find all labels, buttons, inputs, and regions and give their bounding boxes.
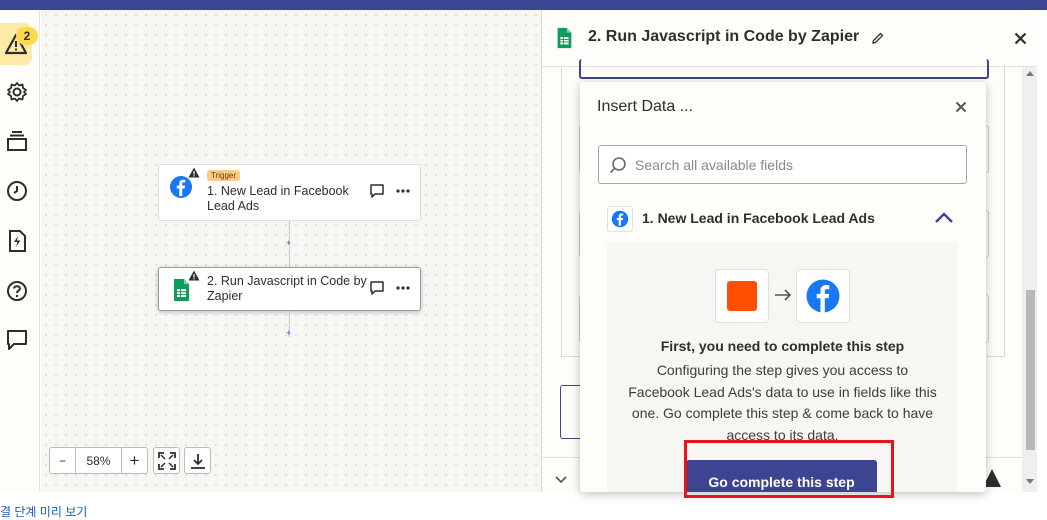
close-icon[interactable] — [1014, 32, 1027, 45]
zoom-out-button[interactable]: − — [50, 448, 75, 473]
expand-icon — [157, 451, 176, 470]
scrollbar-thumb[interactable] — [1026, 290, 1035, 450]
top-banner — [0, 0, 1047, 10]
trigger-badge: Trigger — [207, 170, 241, 181]
step-section-header[interactable]: 1. New Lead in Facebook Lead Ads — [607, 206, 959, 232]
rail-versions-button[interactable] — [0, 124, 34, 158]
scroll-up-icon[interactable] — [1026, 70, 1034, 76]
comment-icon — [7, 330, 27, 350]
zap-file-icon — [9, 230, 26, 252]
fit-to-view-button[interactable] — [153, 447, 180, 474]
facebook-icon — [611, 210, 629, 228]
preview-link[interactable]: 결 단계 미리 보기 — [0, 503, 87, 520]
rail-settings-button[interactable] — [0, 75, 34, 109]
popover-title: Insert Data ... — [597, 98, 694, 115]
comment-icon[interactable] — [370, 281, 384, 295]
scroll-down-icon[interactable] — [1026, 479, 1034, 485]
section-title: 1. New Lead in Facebook Lead Ads — [642, 210, 875, 226]
zap-editor-canvas[interactable]: Trigger 1. New Lead in Facebook Lead Ads… — [41, 10, 541, 492]
arrow-right-icon — [775, 289, 792, 301]
chevron-down-icon[interactable] — [555, 476, 567, 484]
facebook-app-box — [796, 269, 850, 323]
zoom-control: − 58% + — [49, 447, 148, 474]
action-step-card[interactable]: 2. Run Javascript in Code by Zapier — [158, 267, 421, 311]
focused-field[interactable] — [579, 59, 989, 79]
layers-icon — [7, 131, 27, 151]
step-title: 2. Run Javascript in Code by Zapier — [207, 274, 367, 303]
rail-history-button[interactable] — [0, 174, 34, 208]
facebook-icon — [170, 176, 192, 198]
google-sheets-icon — [174, 279, 189, 301]
more-options-icon[interactable] — [396, 286, 410, 290]
insert-data-popover: Insert Data ... Search all available fie… — [580, 82, 986, 492]
alert-count-badge: 2 — [16, 27, 38, 45]
highlight-annotation — [684, 440, 894, 498]
close-icon[interactable] — [955, 101, 967, 113]
facebook-icon — [806, 279, 840, 313]
history-icon — [7, 181, 27, 201]
facebook-app-badge — [607, 206, 633, 232]
chevron-up-icon[interactable] — [934, 212, 954, 224]
add-step-button[interactable]: + — [286, 328, 291, 338]
search-icon — [609, 157, 626, 174]
step-actions — [370, 281, 410, 295]
warning-icon — [188, 270, 200, 281]
rail-comments-button[interactable] — [0, 323, 34, 357]
help-icon — [7, 281, 27, 301]
zapier-app-box — [715, 269, 769, 323]
step-title: 1. New Lead in Facebook Lead Ads — [207, 184, 349, 213]
trigger-step-card[interactable]: Trigger 1. New Lead in Facebook Lead Ads — [158, 164, 421, 221]
settings-icon — [7, 82, 27, 102]
left-rail: 2 — [0, 10, 40, 492]
panel-title: 2. Run Javascript in Code by Zapier — [588, 28, 860, 45]
info-description: Configuring the step gives you access to… — [628, 362, 937, 443]
download-icon — [190, 453, 205, 469]
download-button[interactable] — [184, 447, 211, 474]
edit-pencil-icon[interactable] — [872, 32, 884, 44]
zoom-level: 58% — [75, 448, 122, 473]
search-placeholder: Search all available fields — [635, 157, 793, 173]
add-step-button[interactable]: + — [286, 238, 291, 248]
zapier-logo-icon — [727, 281, 757, 311]
rail-runs-button[interactable] — [0, 224, 34, 258]
rail-alerts-button[interactable]: 2 — [0, 23, 38, 65]
more-options-icon[interactable] — [396, 189, 410, 193]
step-actions — [370, 184, 410, 198]
zoom-in-button[interactable]: + — [122, 448, 147, 473]
info-heading: First, you need to complete this step — [660, 338, 905, 354]
google-sheets-icon — [557, 27, 572, 49]
comment-icon[interactable] — [370, 184, 384, 198]
search-fields-input[interactable]: Search all available fields — [598, 145, 967, 184]
rail-help-button[interactable] — [0, 274, 34, 308]
warning-icon — [188, 167, 200, 178]
